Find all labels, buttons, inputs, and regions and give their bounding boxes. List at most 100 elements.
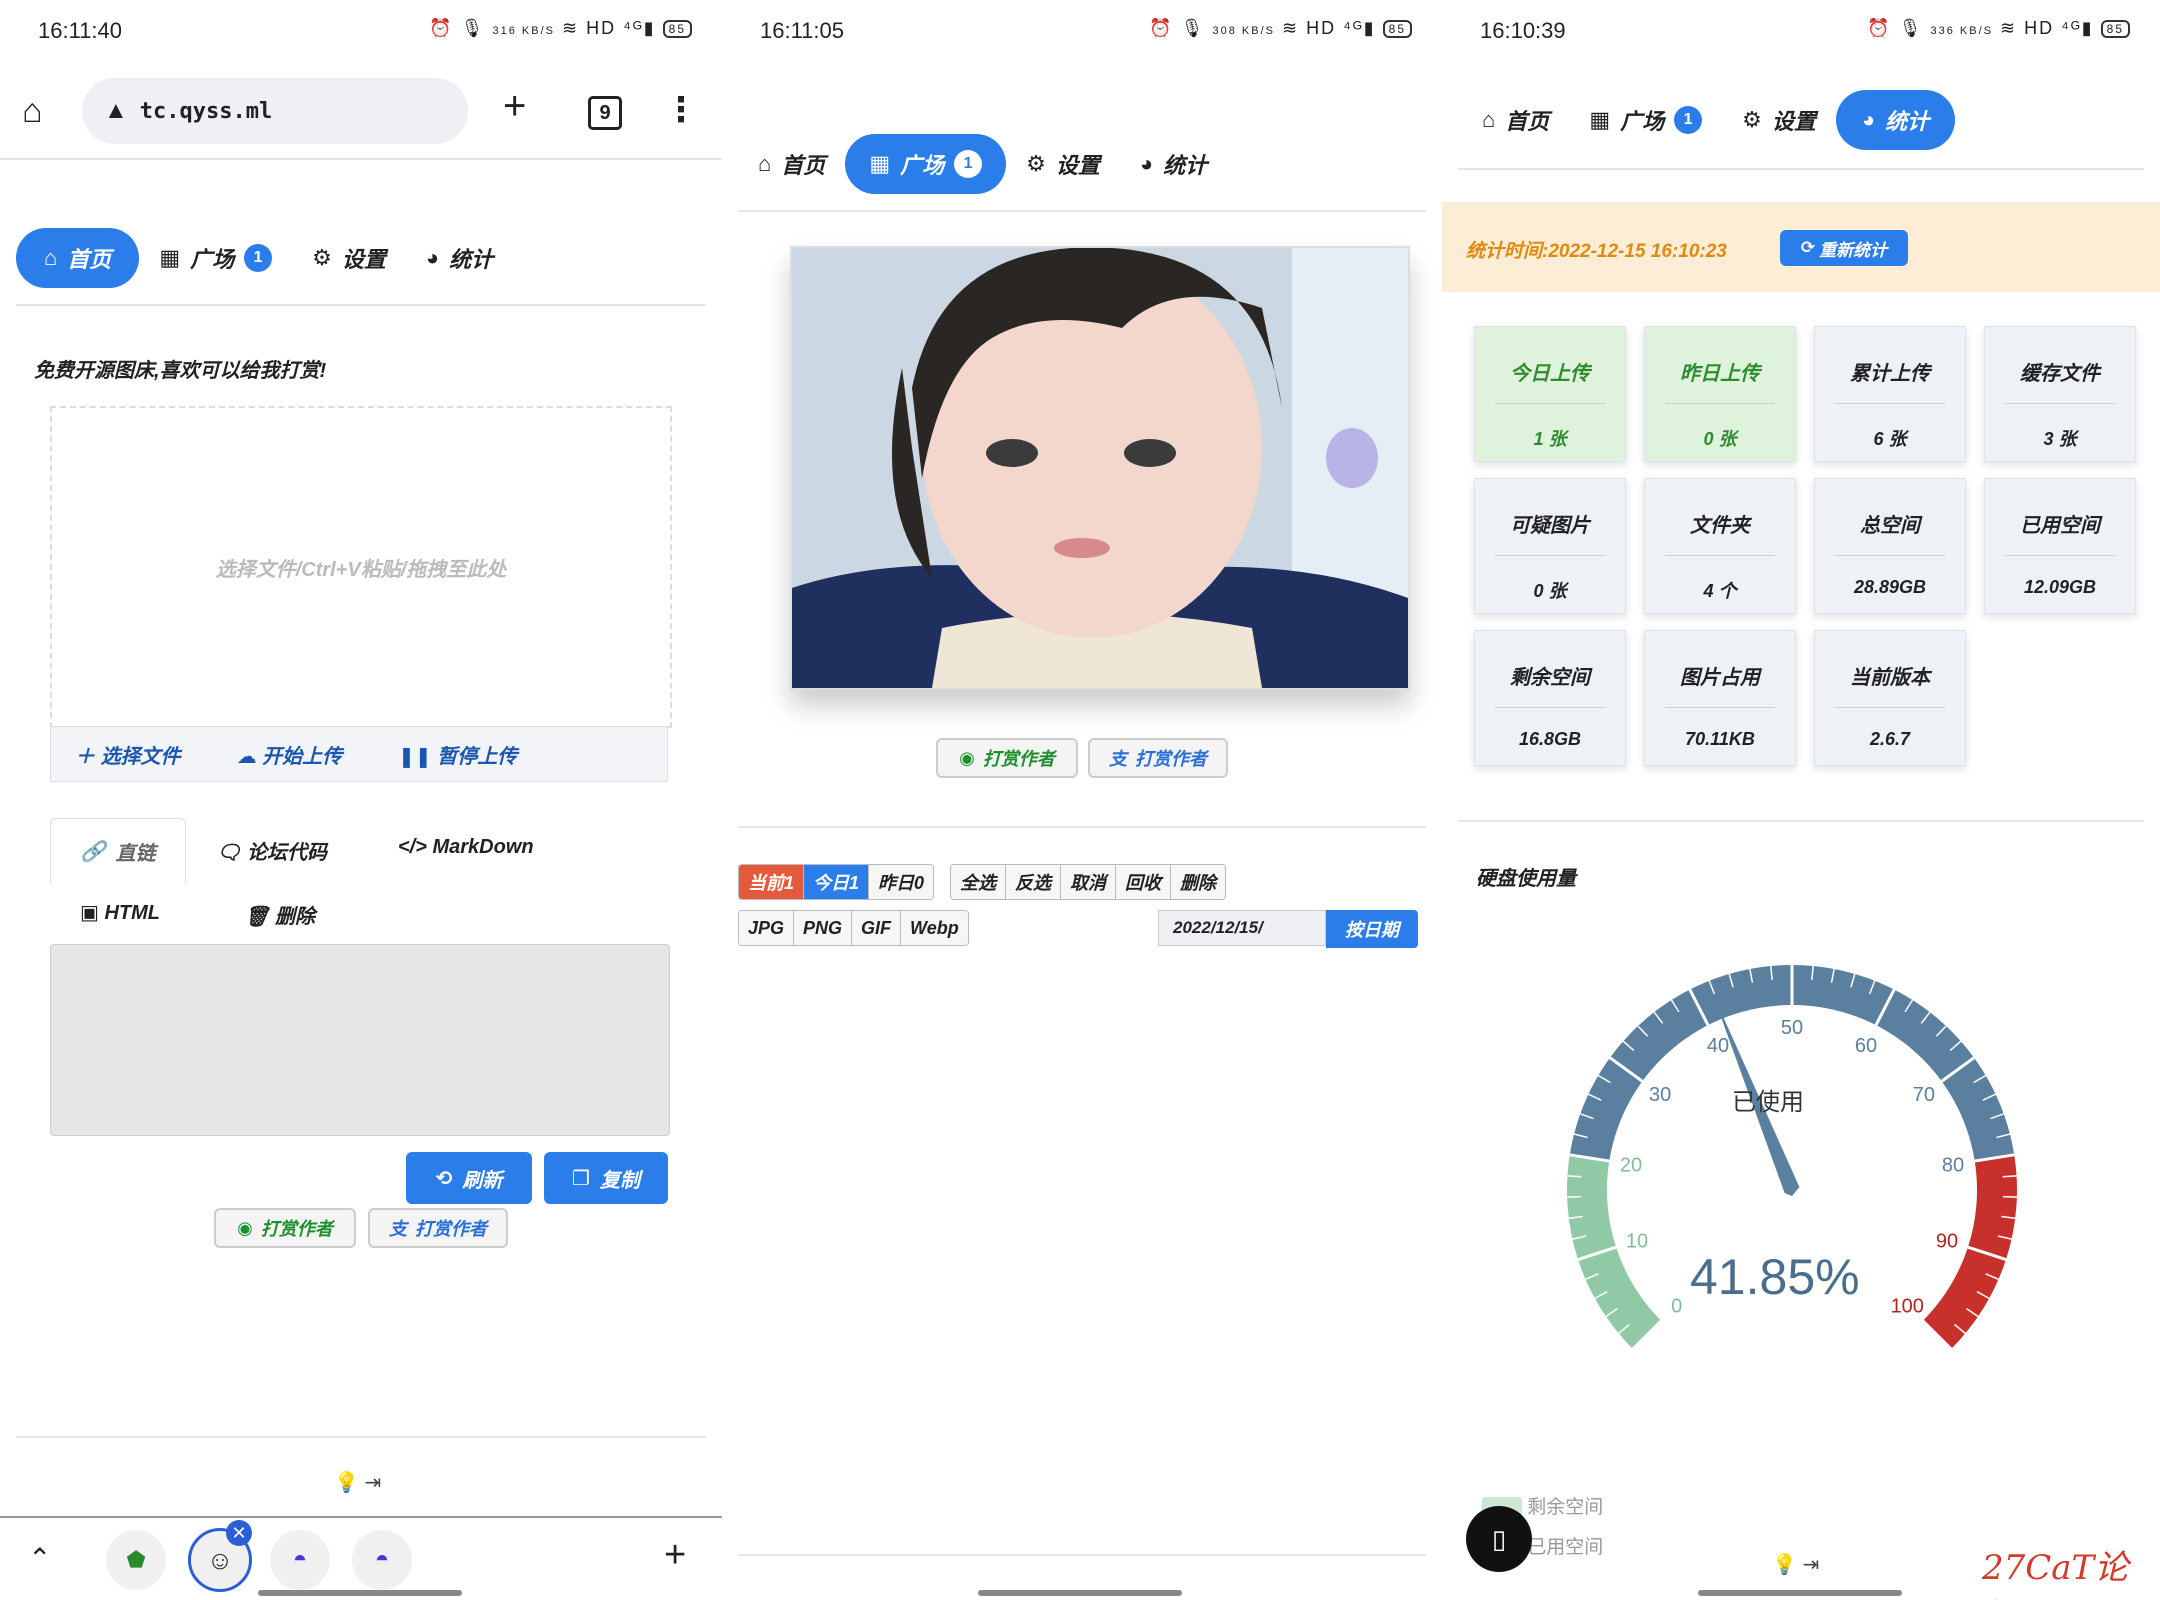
nav-label: 统计 (1163, 153, 1208, 178)
nav-home[interactable]: ⌂ 首页 (738, 134, 845, 194)
tab-html[interactable]: ▣ HTML (80, 900, 160, 925)
grid-icon: ▦ (159, 245, 181, 270)
day-filter-group: 当前1 今日1 昨日0 (738, 864, 935, 900)
refresh-button[interactable]: ⟲ 刷新 (406, 1152, 532, 1204)
start-upload-button[interactable]: ☁ 开始上传 (237, 740, 343, 769)
type-png[interactable]: PNG (794, 911, 853, 945)
tab-direct[interactable]: 🔗 直链 (50, 818, 186, 883)
select-all-button[interactable]: 全选 (951, 865, 1006, 899)
panel-upload: 16:11:40 ⏰ 🎙 316 KB/S ≋ HD ⁴ᴳ▮ 85 ⌂ ▲ tc… (0, 0, 722, 1600)
nav-home[interactable]: ⌂ 首页 (16, 228, 140, 288)
tab-markdown[interactable]: </> MarkDown (398, 836, 534, 859)
trash-icon: 🗑 (244, 906, 270, 928)
nav-plaza[interactable]: ▦ 广场 1 (845, 134, 1007, 194)
gauge-tick (1567, 1175, 1582, 1178)
tab-label: 直链 (115, 842, 156, 865)
choose-label: 选择文件 (100, 745, 181, 768)
reward-wechat-button[interactable]: ◉ 打赏作者 (214, 1208, 356, 1248)
type-gif[interactable]: GIF (852, 911, 902, 945)
type-webp[interactable]: Webp (901, 911, 968, 945)
nav-label: 广场 (1620, 109, 1665, 134)
nav-stats[interactable]: ◕ 统计 (406, 228, 513, 288)
date-input[interactable]: 2022/12/15/ (1158, 910, 1326, 946)
nav-home[interactable]: ⌂ 首页 (1462, 90, 1569, 150)
grid-icon: ▦ (869, 151, 891, 176)
nav-settings[interactable]: ⚙ 设置 (1006, 134, 1120, 194)
gauge-tick-label: 30 (1649, 1084, 1671, 1106)
nav-plaza[interactable]: ▦ 广场 1 (1569, 90, 1722, 150)
image-preview[interactable] (790, 246, 1410, 690)
net-speed: 336 KB/S (1930, 25, 1993, 37)
copy-button[interactable]: ❐ 复制 (544, 1152, 668, 1204)
stat-card: 累计上传 6 张 (1814, 326, 1966, 462)
stat-card-value: 12.09GB (2023, 577, 2097, 597)
dropzone[interactable]: 选择文件/Ctrl+V粘贴/拖拽至此处 (50, 406, 672, 728)
pie-icon: ◕ (425, 245, 440, 270)
stat-card-divider (1495, 403, 1605, 404)
stat-card-divider (1835, 403, 1945, 404)
new-tab-icon[interactable]: + (503, 84, 526, 129)
home-icon[interactable]: ⌂ (22, 92, 43, 131)
upload-actions: ＋ 选择文件 ☁ 开始上传 ❚❚ 暂停上传 (50, 726, 668, 782)
stat-card-value: 0 张 (1703, 429, 1737, 449)
cancel-button[interactable]: 取消 (1061, 865, 1116, 899)
filter-yesterday[interactable]: 昨日0 (869, 865, 934, 899)
link-output[interactable] (50, 944, 670, 1136)
chevron-up-icon[interactable]: ⌃ (28, 1542, 51, 1575)
legend-label: 已用空间 (1527, 1537, 1604, 1558)
wechat-icon: ◉ (959, 747, 975, 768)
stat-card-title: 当前版本 (1850, 667, 1930, 689)
stat-card-value: 70.11KB (1685, 729, 1755, 749)
filter-current[interactable]: 当前1 (739, 865, 805, 899)
address-bar[interactable]: ▲ tc.qyss.ml (82, 78, 468, 144)
nav-label: 统计 (1885, 109, 1930, 134)
status-bar: 16:10:39 ⏰ 🎙 336 KB/S ≋ HD ⁴ᴳ▮ 85 (1442, 14, 2160, 50)
nav-label: 设置 (1771, 109, 1816, 134)
stat-card: 昨日上传 0 张 (1644, 326, 1796, 462)
pause-upload-button[interactable]: ❚❚ 暂停上传 (398, 740, 517, 769)
bottom-toolbar: ⌃ ⬟ ☺ ✕ ◓ ◓ + (0, 1520, 722, 1600)
logout-icon[interactable]: ⇥ (364, 1472, 381, 1494)
invert-button[interactable]: 反选 (1006, 865, 1061, 899)
tab-thumb-3[interactable]: ◓ (270, 1530, 330, 1590)
stat-card-title: 可疑图片 (1510, 515, 1590, 537)
reward-wechat-button[interactable]: ◉ 打赏作者 (936, 738, 1078, 778)
type-jpg[interactable]: JPG (739, 911, 795, 945)
recount-button[interactable]: ⟳ 重新统计 (1780, 230, 1908, 266)
tab-forum[interactable]: 🗨 论坛代码 (216, 836, 327, 865)
tab-count-button[interactable]: 9 (588, 96, 622, 130)
main-nav: ⌂ 首页 ▦ 广场 1 ⚙ 设置 ◕ 统计 (738, 134, 1227, 194)
nav-label: 广场 (900, 153, 945, 178)
bulb-icon[interactable]: 💡 (334, 1472, 359, 1494)
reward-alipay-button[interactable]: 支打赏作者 (368, 1208, 508, 1248)
stat-card-title: 已用空间 (2020, 515, 2100, 537)
stat-card: 已用空间 12.09GB (1984, 478, 2136, 614)
reward-label: 打赏作者 (1135, 749, 1207, 769)
tab-delete[interactable]: 🗑 删除 (244, 900, 315, 929)
choose-file-button[interactable]: ＋ 选择文件 (75, 740, 181, 769)
nav-plaza[interactable]: ▦ 广场 1 (139, 228, 292, 288)
by-date-button[interactable]: 按日期 (1326, 910, 1418, 948)
stat-card-title: 图片占用 (1680, 667, 1760, 689)
logout-icon[interactable]: ⇥ (1802, 1554, 1819, 1576)
recycle-button[interactable]: 回收 (1116, 865, 1171, 899)
bulb-icon[interactable]: 💡 (1772, 1554, 1797, 1576)
close-tab-icon[interactable]: ✕ (226, 1520, 252, 1546)
more-menu-icon[interactable]: ⋮ (664, 90, 698, 130)
home-icon: ⌂ (44, 245, 58, 270)
gauge-label: 已使用 (1732, 1089, 1804, 1116)
floating-vibrate-button[interactable]: ▯ (1466, 1506, 1532, 1572)
nav-stats[interactable]: ◕ 统计 (1120, 134, 1227, 194)
tab-thumb-shield[interactable]: ⬟ (106, 1530, 166, 1590)
reward-alipay-button[interactable]: 支打赏作者 (1088, 738, 1228, 778)
nav-settings[interactable]: ⚙ 设置 (292, 228, 406, 288)
forum-watermark: 27CaT论坛 (1982, 1548, 2129, 1600)
nav-stats[interactable]: ◕ 统计 (1835, 90, 1956, 150)
nav-settings[interactable]: ⚙ 设置 (1722, 90, 1836, 150)
add-tab-icon[interactable]: + (664, 1534, 686, 1577)
delete-button[interactable]: 删除 (1171, 865, 1225, 899)
tab-thumb-4[interactable]: ◓ (352, 1530, 412, 1590)
status-bar: 16:11:40 ⏰ 🎙 316 KB/S ≋ HD ⁴ᴳ▮ 85 (0, 14, 722, 50)
tab-label: 删除 (274, 906, 315, 928)
filter-today[interactable]: 今日1 (804, 865, 870, 899)
